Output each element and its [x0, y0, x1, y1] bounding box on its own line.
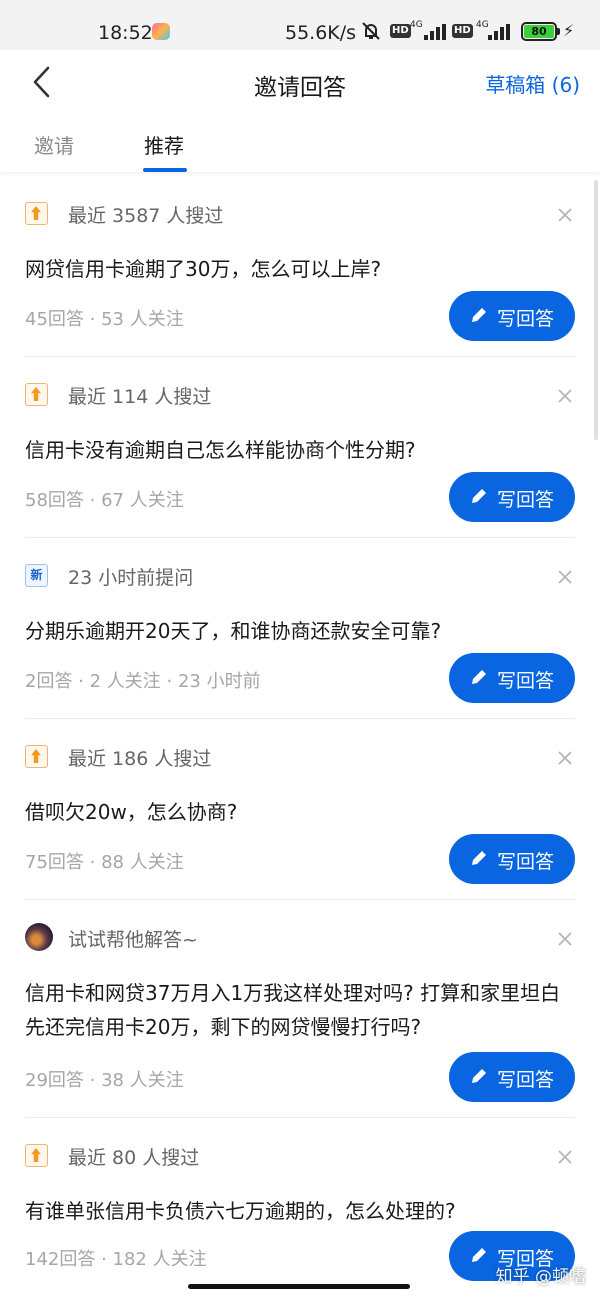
question-meta: 142回答 · 182 人关注 [25, 1249, 207, 1270]
write-answer-button[interactable]: 写回答 [449, 834, 575, 884]
write-answer-button[interactable]: 写回答 [449, 653, 575, 703]
tab-bar: 邀请 推荐 [0, 114, 600, 172]
trending-up-icon [25, 202, 48, 225]
search-count: 最近 186 人搜过 [68, 748, 212, 770]
close-icon[interactable] [557, 569, 573, 585]
trending-up-icon [25, 1144, 48, 1167]
question-card[interactable]: 最近 186 人搜过 借呗欠20w，怎么协商? 75回答 · 88 人关注 写回… [0, 719, 600, 900]
home-indicator[interactable] [188, 1284, 410, 1289]
write-answer-button[interactable]: 写回答 [449, 1052, 575, 1102]
mute-icon [362, 22, 380, 40]
write-answer-label: 写回答 [497, 670, 555, 692]
charging-icon: ⚡ [563, 21, 575, 40]
new-badge: 新 [25, 564, 48, 587]
question-card[interactable]: 新 23 小时前提问 分期乐逾期开20天了，和谁协商还款安全可靠? 2回答 · … [0, 538, 600, 719]
close-icon[interactable] [557, 207, 573, 223]
asked-time: 23 小时前提问 [68, 567, 194, 589]
pencil-icon [472, 489, 486, 503]
tab-invite[interactable]: 邀请 [34, 130, 74, 159]
search-count: 最近 114 人搜过 [68, 386, 212, 408]
invite-hint: 试试帮他解答~ [68, 929, 198, 951]
pencil-icon [472, 1248, 486, 1262]
active-tab-indicator [143, 168, 187, 172]
hd-icon: HD [452, 24, 473, 38]
question-meta: 75回答 · 88 人关注 [25, 852, 184, 873]
question-meta: 2回答 · 2 人关注 · 23 小时前 [25, 671, 261, 692]
question-title[interactable]: 借呗欠20w，怎么协商? [25, 795, 575, 829]
game-app-icon [152, 23, 170, 40]
pencil-icon [472, 308, 486, 322]
question-title[interactable]: 网贷信用卡逾期了30万，怎么可以上岸? [25, 252, 575, 286]
question-title[interactable]: 信用卡和网贷37万月入1万我这样处理对吗? 打算和家里坦白先还完信用卡20万，剩… [25, 976, 575, 1044]
close-icon[interactable] [557, 750, 573, 766]
pencil-icon [472, 851, 486, 865]
question-list: 最近 3587 人搜过 网贷信用卡逾期了30万，怎么可以上岸? 45回答 · 5… [0, 176, 600, 1299]
tab-recommend[interactable]: 推荐 [144, 130, 184, 159]
question-card[interactable]: 最近 114 人搜过 信用卡没有逾期自己怎么样能协商个性分期? 58回答 · 6… [0, 357, 600, 538]
question-card[interactable]: 最近 3587 人搜过 网贷信用卡逾期了30万，怎么可以上岸? 45回答 · 5… [0, 176, 600, 357]
write-answer-button[interactable]: 写回答 [449, 472, 575, 522]
question-card[interactable]: 试试帮他解答~ 信用卡和网贷37万月入1万我这样处理对吗? 打算和家里坦白先还完… [0, 900, 600, 1118]
question-meta: 58回答 · 67 人关注 [25, 490, 184, 511]
pencil-icon [472, 670, 486, 684]
scrollbar[interactable] [594, 180, 598, 440]
trending-up-icon [25, 745, 48, 768]
question-title[interactable]: 信用卡没有逾期自己怎么样能协商个性分期? [25, 433, 575, 467]
write-answer-label: 写回答 [497, 489, 555, 511]
battery-level: 80 [524, 25, 554, 38]
signal-icon [420, 24, 446, 40]
write-answer-label: 写回答 [497, 851, 555, 873]
status-time: 18:52 [98, 22, 153, 44]
write-answer-button[interactable]: 写回答 [449, 291, 575, 341]
drafts-button[interactable]: 草稿箱 (6) [485, 69, 580, 98]
question-meta: 45回答 · 53 人关注 [25, 309, 184, 330]
close-icon[interactable] [557, 1149, 573, 1165]
signal-icon [486, 24, 512, 40]
question-title[interactable]: 有谁单张信用卡负债六七万逾期的，怎么处理的? [25, 1194, 575, 1228]
top-nav: 邀请回答 草稿箱 (6) [0, 50, 600, 114]
question-meta: 29回答 · 38 人关注 [25, 1070, 184, 1091]
close-icon[interactable] [557, 931, 573, 947]
trending-up-icon [25, 383, 48, 406]
close-icon[interactable] [557, 388, 573, 404]
write-answer-label: 写回答 [497, 1069, 555, 1091]
write-answer-label: 写回答 [497, 308, 555, 330]
network-speed: 55.6K/s [285, 22, 357, 44]
pencil-icon [472, 1069, 486, 1083]
watermark: 知乎 @顿嗜 [495, 1267, 586, 1287]
question-title[interactable]: 分期乐逾期开20天了，和谁协商还款安全可靠? [25, 614, 575, 648]
search-count: 最近 80 人搜过 [68, 1147, 200, 1169]
battery-icon: 80 [521, 22, 557, 41]
status-bar: 18:52 55.6K/s HD 4G HD 4G 80 ⚡ [0, 0, 600, 50]
avatar [25, 923, 53, 951]
hd-icon: HD [390, 24, 411, 38]
search-count: 最近 3587 人搜过 [68, 205, 224, 227]
battery-cap [557, 28, 560, 35]
